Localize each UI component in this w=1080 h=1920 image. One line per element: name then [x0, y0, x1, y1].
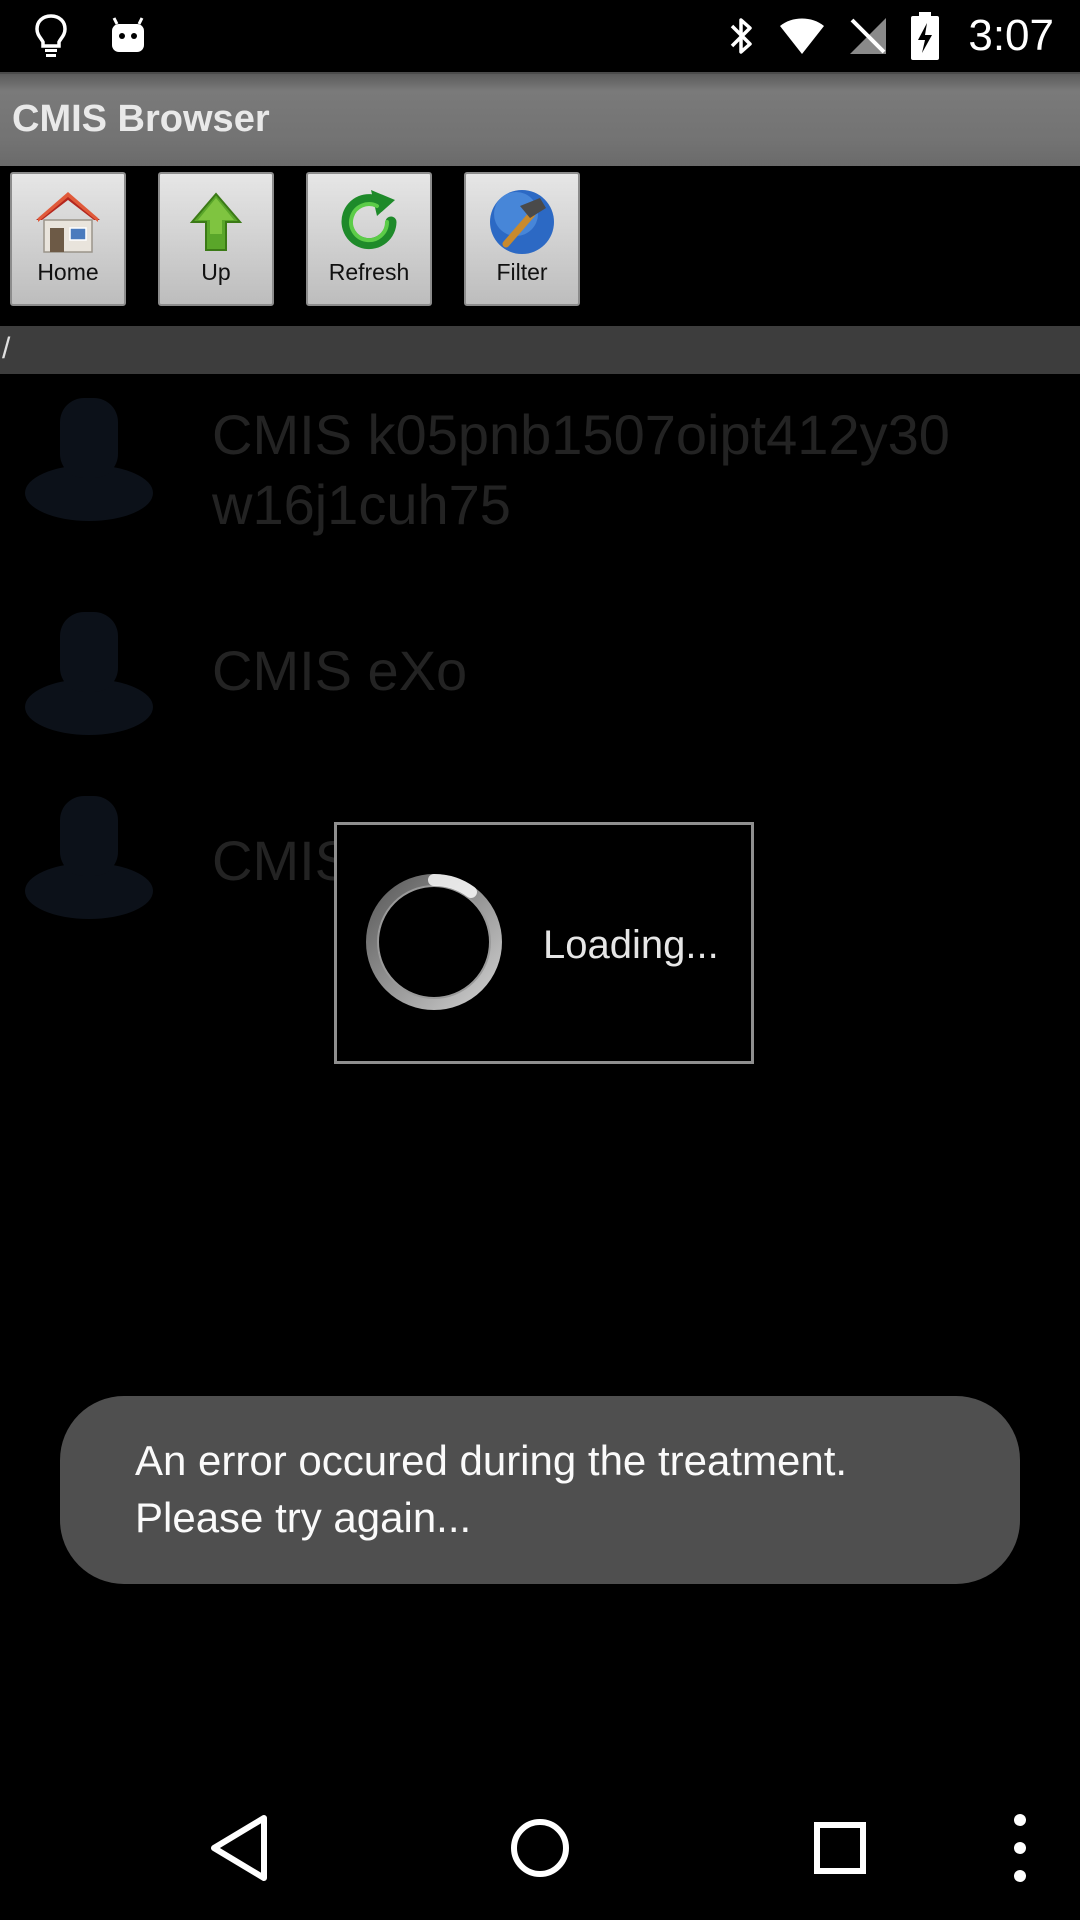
home-button[interactable]: Home: [10, 172, 126, 306]
back-icon[interactable]: [190, 1798, 290, 1898]
loading-message: Loading...: [543, 923, 719, 967]
filter-button-label: Filter: [496, 259, 548, 285]
app-title-bar: CMIS Browser: [0, 72, 1080, 168]
up-button-label: Up: [201, 259, 231, 285]
server-icon: [25, 612, 153, 735]
no-sim-icon: [850, 18, 887, 54]
filter-button[interactable]: Filter: [464, 172, 580, 306]
recents-icon[interactable]: [790, 1798, 890, 1898]
refresh-button-label: Refresh: [328, 259, 410, 285]
status-bar: 3:07: [0, 0, 1080, 72]
status-left-icons: [34, 10, 148, 62]
lightbulb-icon: [35, 14, 67, 57]
home-button-label: Home: [37, 259, 99, 285]
home-icon: [36, 192, 100, 253]
list-item-label: CMIS eXo: [212, 639, 468, 702]
home-circle-icon[interactable]: [490, 1798, 590, 1898]
server-icon: [25, 796, 153, 919]
wifi-icon: [780, 18, 825, 54]
status-right-icons: 3:07: [726, 8, 1054, 64]
list-item[interactable]: CMIS k05pnb1507oipt412y30 w16j1cuh75: [0, 388, 1080, 538]
list-item-label: CMIS k05pnb1507oipt412y30 w16j1cuh75: [212, 403, 950, 536]
navigation-bar: [0, 1776, 1080, 1920]
hammer-icon: [490, 190, 554, 254]
refresh-icon: [341, 190, 397, 250]
error-toast-message: An error occured during the treatment. P…: [135, 1437, 848, 1541]
refresh-button[interactable]: Refresh: [306, 172, 432, 306]
android-icon: [112, 17, 144, 52]
battery-charging-icon: [911, 12, 940, 60]
current-path: /: [2, 332, 11, 365]
bluetooth-icon: [731, 18, 753, 54]
list-item[interactable]: CMIS eXo: [0, 602, 1080, 752]
app-title: CMIS Browser: [12, 98, 270, 140]
error-toast: An error occured during the treatment. P…: [60, 1396, 1020, 1584]
app-screen: 3:07 CMIS Browser Home Up Refresh Filter…: [0, 0, 1080, 1920]
overflow-menu-icon[interactable]: [970, 1798, 1070, 1898]
status-time: 3:07: [968, 11, 1054, 60]
toolbar: Home Up Refresh Filter: [0, 166, 1080, 326]
up-button[interactable]: Up: [158, 172, 274, 306]
arrow-up-icon: [189, 192, 243, 251]
server-icon: [25, 398, 153, 521]
loading-dialog: Loading...: [334, 822, 754, 1064]
path-bar: /: [0, 326, 1080, 374]
loading-spinner-icon: [366, 873, 502, 1010]
